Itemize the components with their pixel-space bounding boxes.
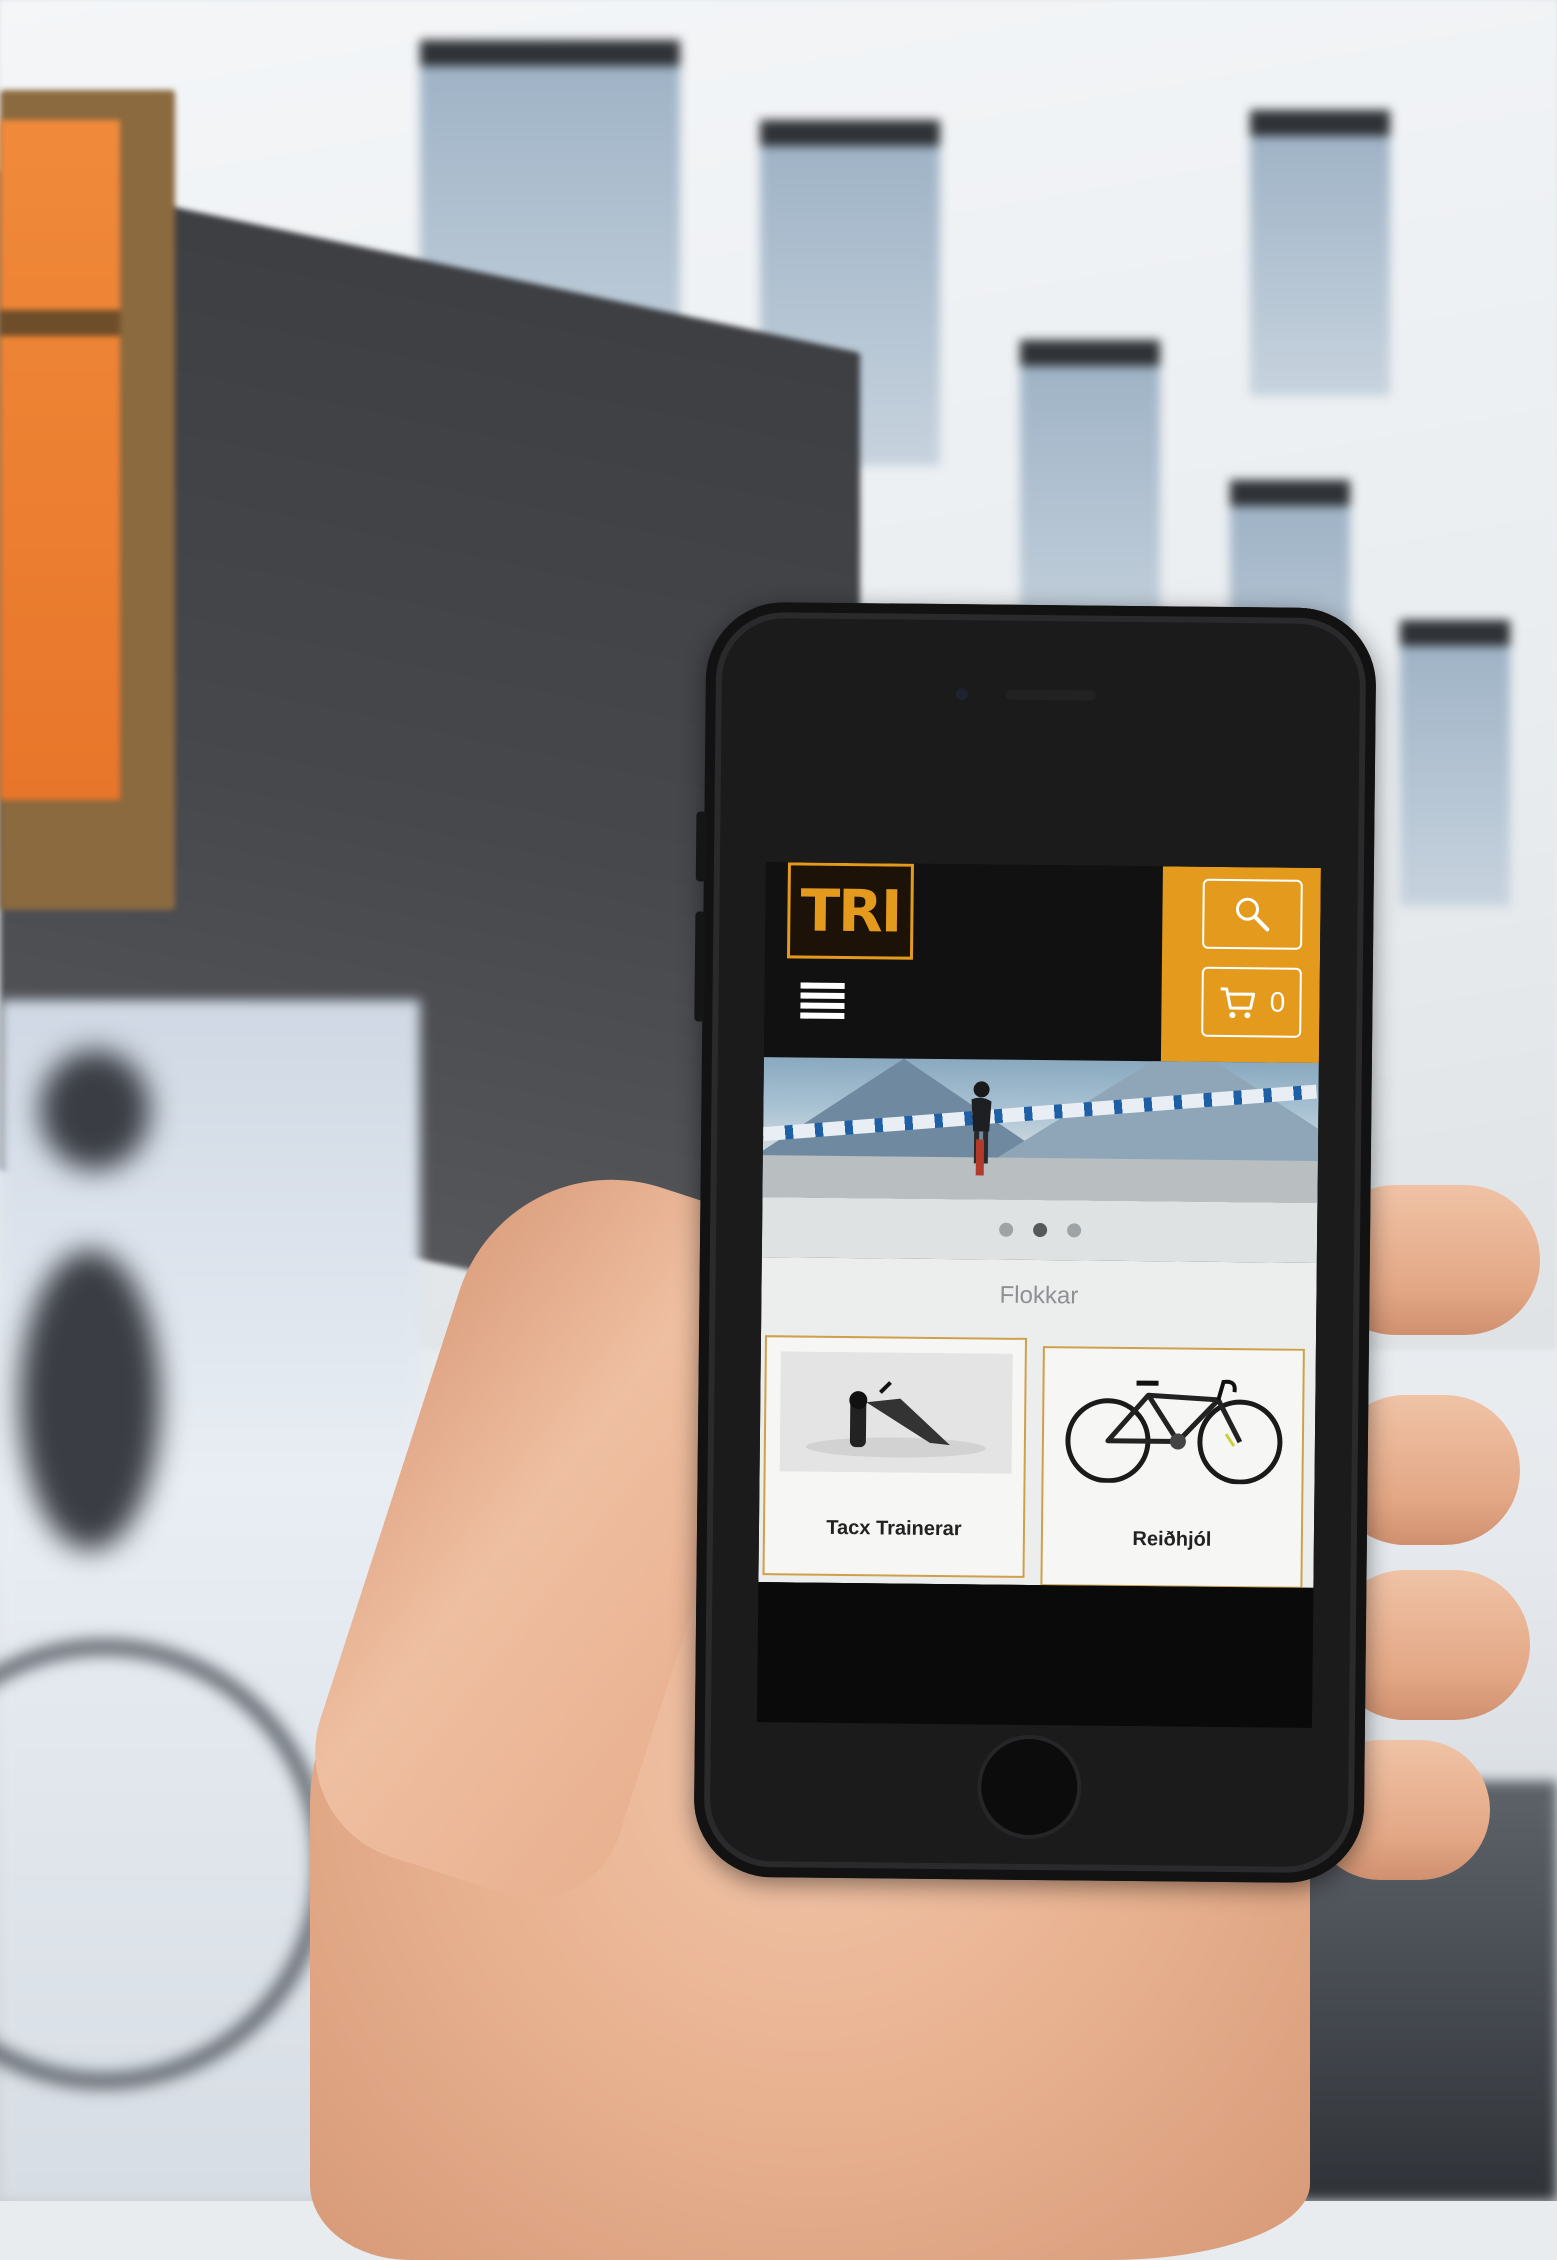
slider-pagination [761,1197,1318,1263]
categories-section: Flokkar Tacx Trainerar Reiðhjól [758,1257,1317,1588]
phone-screen-bottom [756,1582,1314,1728]
slider-dot[interactable] [1066,1223,1081,1238]
trainer-image [779,1351,1013,1474]
store-sign-orange [0,120,120,800]
cyclist-figure [971,1081,992,1176]
front-camera [955,688,968,701]
phone-screen: TRI 0 Flokkar Tacx Trainerar Reiðhjól [758,862,1321,1588]
earpiece-speaker [1005,689,1096,701]
tri-logo[interactable]: TRI [786,862,914,960]
slider-dot[interactable] [998,1222,1013,1237]
slider-dot-active[interactable] [1032,1222,1047,1238]
road [762,1155,1318,1203]
categories-heading: Flokkar [999,1281,1079,1310]
road-bike-image [1057,1362,1291,1485]
logo-text: TRI [800,876,901,946]
hero-slide-image[interactable] [762,1057,1319,1203]
category-card-trainers[interactable]: Tacx Trainerar [762,1335,1028,1578]
app-header: TRI 0 [763,862,1321,1063]
cart-button[interactable]: 0 [1201,966,1302,1038]
category-label: Reiðhjól [1132,1528,1212,1551]
category-card-bikes[interactable]: Reiðhjól [1040,1346,1305,1588]
search-icon [1236,897,1270,932]
cart-icon [1220,987,1256,1019]
poster-rider-head [40,1050,150,1170]
phone-side-button [695,811,707,882]
cart-count: 0 [1269,986,1286,1018]
menu-icon[interactable] [800,981,845,1019]
building-window [1250,110,1390,396]
category-label: Tacx Trainerar [826,1516,962,1541]
search-button[interactable] [1202,878,1303,950]
phone-volume-button [694,911,706,1022]
poster-rider [20,1250,160,1550]
building-window [1400,620,1510,906]
smartphone: TRI 0 Flokkar Tacx Trainerar Reiðhjól [693,601,1377,1884]
header-action-panel: 0 [1160,866,1321,1063]
home-button[interactable] [976,1734,1082,1840]
